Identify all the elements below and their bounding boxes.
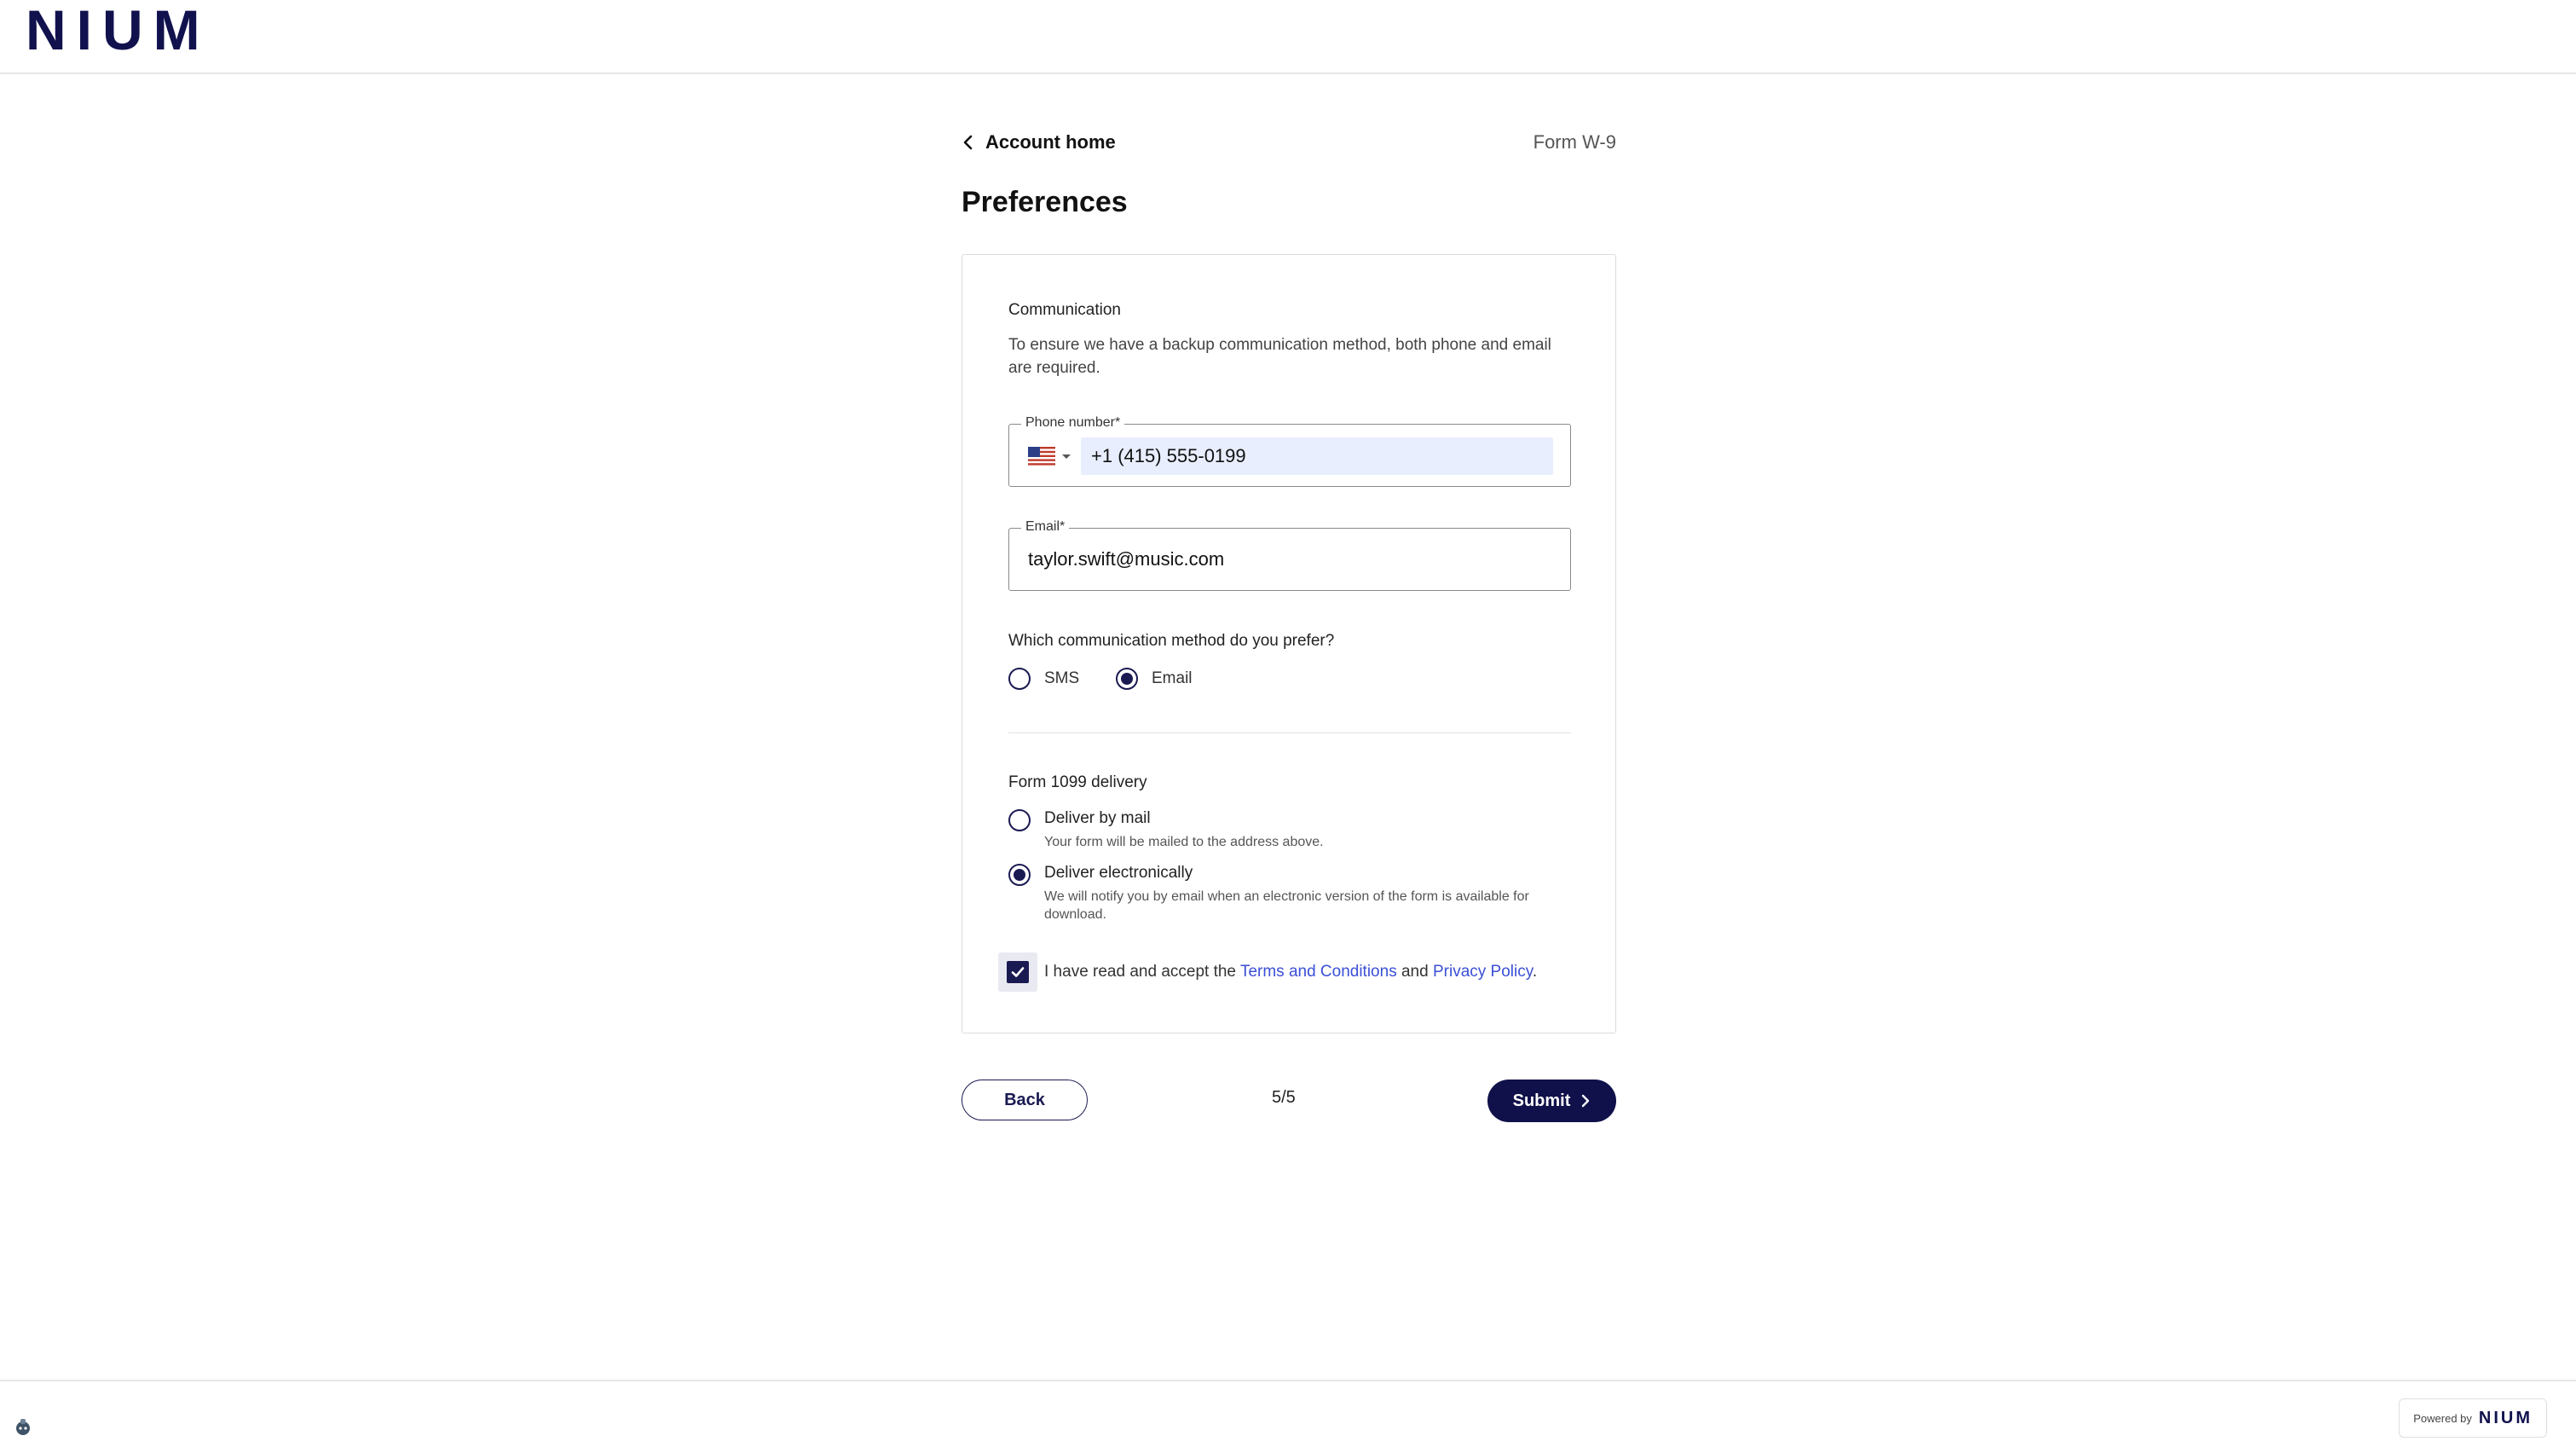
chevron-left-icon (963, 135, 973, 150)
electronic-radio[interactable] (1008, 864, 1031, 886)
communication-helper: To ensure we have a backup communication… (1008, 336, 1551, 377)
section-divider (1008, 732, 1571, 733)
electronic-label: Deliver electronically (1044, 864, 1193, 882)
terms-link[interactable]: Terms and Conditions (1240, 963, 1397, 981)
mail-sub: Your form will be mailed to the address … (1044, 835, 1324, 849)
powered-by-badge[interactable]: Powered by NIUM (2399, 1398, 2547, 1438)
form-code: Form W-9 (1533, 131, 1616, 153)
nav-row: Account home Form W-9 (962, 128, 1616, 162)
chevron-down-icon (1062, 454, 1071, 459)
footer-bar: Powered by NIUM (0, 1380, 2576, 1453)
communication-title: Communication (1008, 301, 1121, 319)
email-radio[interactable] (1116, 668, 1138, 690)
method-sms-option[interactable]: SMS (1008, 668, 1079, 690)
page-title: Preferences (962, 186, 1128, 218)
nium-logo[interactable]: NIUM (26, 2, 211, 58)
method-question: Which communication method do you prefer… (1008, 632, 1335, 650)
phone-field: Phone number* +1 (415) 555-0199 (1008, 415, 1571, 487)
phone-label: Phone number* (1021, 415, 1125, 431)
method-email-option[interactable]: Email (1116, 668, 1193, 690)
country-selector[interactable] (1028, 447, 1071, 466)
terms-suffix: . (1532, 963, 1538, 981)
powered-by-text: Powered by (2413, 1411, 2472, 1425)
terms-checkbox[interactable] (998, 952, 1037, 992)
phone-input[interactable]: +1 (415) 555-0199 (1081, 437, 1553, 475)
submit-label: Submit (1512, 1091, 1571, 1110)
terms-joiner: and (1396, 963, 1433, 981)
terms-text: I have read and accept the Terms and Con… (1044, 963, 1537, 981)
terms-prefix: I have read and accept the (1044, 963, 1240, 981)
email-label: Email* (1021, 519, 1070, 535)
email-field: Email* taylor.swift@music.com (1008, 519, 1571, 591)
mail-radio[interactable] (1008, 809, 1031, 831)
sms-label: SMS (1044, 669, 1080, 687)
checkmark-icon (1007, 961, 1029, 983)
account-home-link[interactable]: Account home (962, 131, 1116, 153)
page-indicator: 5/5 (1272, 1088, 1296, 1107)
powered-by-logo: NIUM (2478, 1408, 2533, 1427)
submit-button[interactable]: Submit (1487, 1080, 1616, 1122)
privacy-link[interactable]: Privacy Policy (1433, 963, 1533, 981)
email-input[interactable]: taylor.swift@music.com (1028, 541, 1557, 578)
account-home-label: Account home (985, 131, 1116, 153)
email-method-label: Email (1152, 669, 1193, 687)
main-content: Account home Form W-9 Preferences Commun… (962, 128, 1616, 1122)
us-flag-icon (1028, 447, 1055, 466)
electronic-sub: We will notify you by email when an elec… (1044, 889, 1529, 922)
accessibility-widget-icon[interactable] (14, 1417, 32, 1436)
top-bar: NIUM (0, 0, 2576, 74)
mail-label: Deliver by mail (1044, 809, 1151, 827)
sms-radio[interactable] (1008, 668, 1031, 690)
chevron-right-icon (1582, 1094, 1590, 1108)
back-button[interactable]: Back (962, 1080, 1088, 1120)
preferences-card: Communication To ensure we have a backup… (962, 254, 1616, 1033)
delivery-title: Form 1099 delivery (1008, 773, 1147, 791)
